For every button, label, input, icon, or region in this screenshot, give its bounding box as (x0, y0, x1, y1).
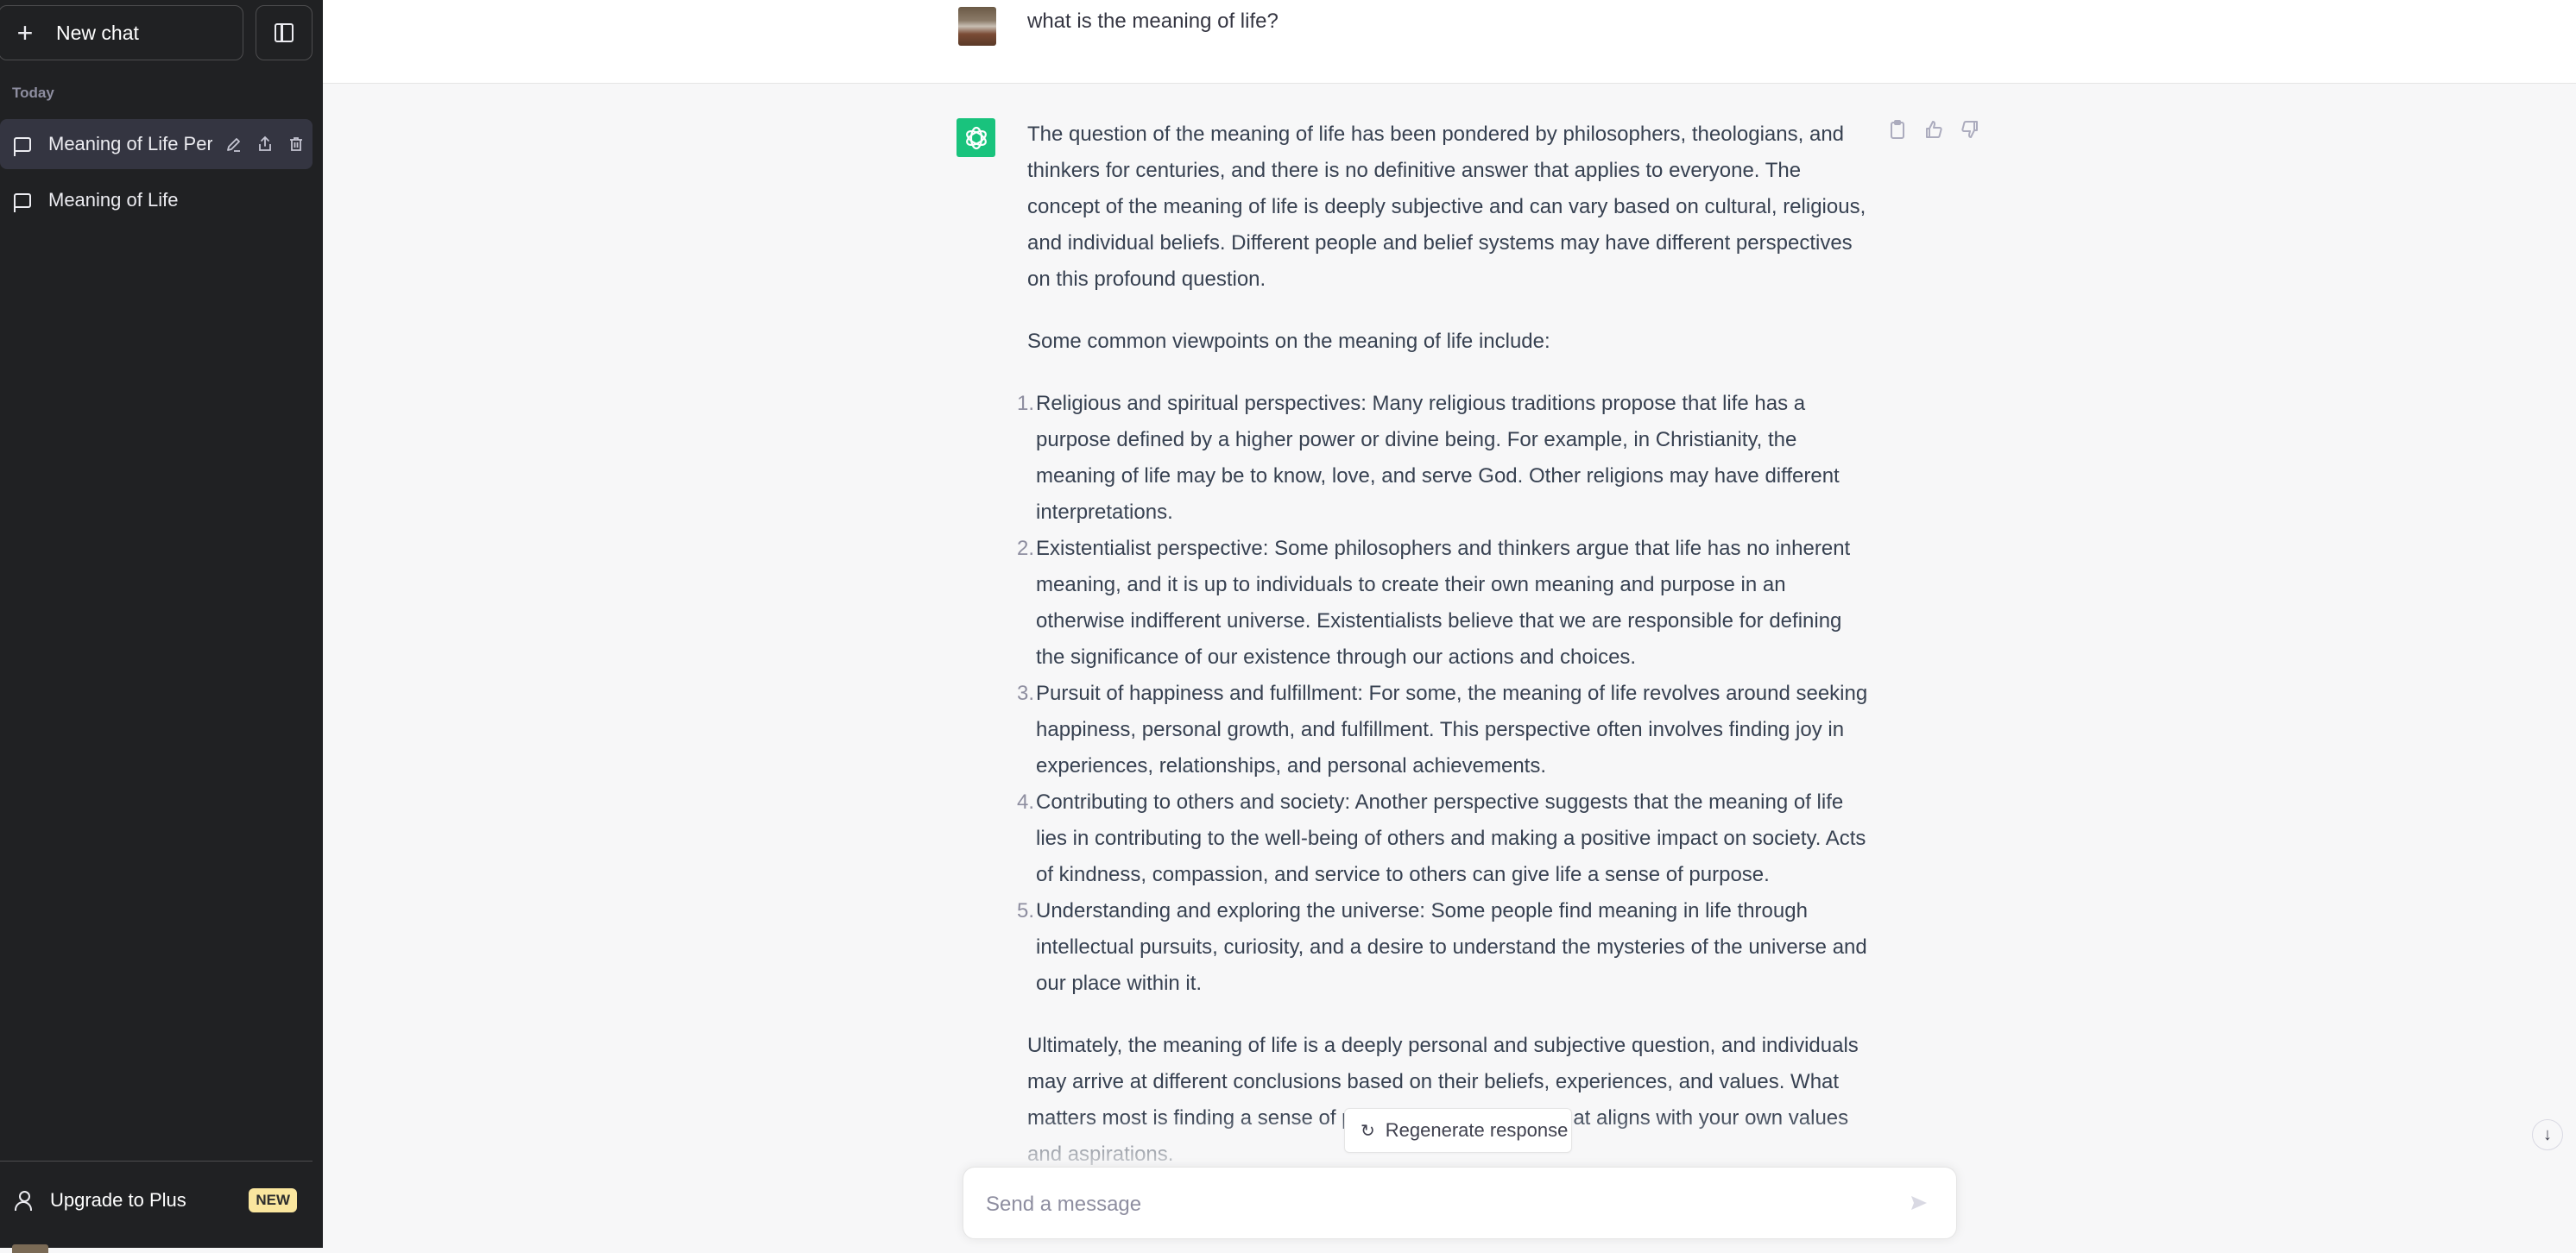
list-item-text: Pursuit of happiness and fulfillment: Fo… (1036, 682, 1868, 778)
list-item-text: Existentialist perspective: Some philoso… (1036, 537, 1851, 669)
assistant-intro: The question of the meaning of life has … (1027, 123, 1866, 291)
copy-icon[interactable] (1888, 119, 1907, 140)
user-avatar (958, 7, 996, 46)
message-composer (963, 1167, 1957, 1239)
list-item: 4. Contributing to others and society: An… (1017, 784, 1873, 893)
list-item: 2. Existentialist perspective: Some philo… (1017, 531, 1873, 676)
list-number: 1. (1017, 392, 1035, 415)
list-item: 1. Religious and spiritual perspectives: … (1017, 386, 1873, 531)
chat-item-actions (224, 135, 306, 154)
upgrade-label: Upgrade to Plus (50, 1189, 186, 1211)
regenerate-response-button[interactable]: ↻ Regenerate response (1344, 1108, 1572, 1153)
refresh-icon: ↻ (1361, 1121, 1375, 1141)
viewpoints-list: 1. Religious and spiritual perspectives: … (1017, 386, 1873, 1002)
sidebar-toggle-icon (275, 23, 294, 42)
edit-icon[interactable] (224, 135, 243, 154)
assistant-list-intro: Some common viewpoints on the meaning of… (1027, 330, 1550, 353)
chat-bubble-icon (13, 192, 31, 212)
section-label-today: Today (12, 85, 54, 101)
user-message: what is the meaning of life? (1027, 9, 1279, 33)
plus-icon: + (16, 17, 34, 48)
account-avatar[interactable] (12, 1244, 48, 1253)
list-number: 5. (1017, 899, 1035, 922)
chatgpt-logo-icon (957, 118, 995, 157)
list-item: 5. Understanding and exploring the univer… (1017, 893, 1873, 1002)
message-input[interactable] (984, 1187, 1894, 1223)
chat-title: Meaning of Life Pers (48, 133, 212, 154)
user-message-row: what is the meaning of life? (323, 0, 2576, 84)
sidebar: + New chat Today Meaning of Life Pers Me… (0, 0, 323, 1253)
chat-history-item[interactable]: Meaning of Life (0, 175, 313, 225)
list-item-text: Religious and spiritual perspectives: Ma… (1036, 392, 1840, 524)
send-icon[interactable] (1908, 1192, 1930, 1214)
list-item-text: Understanding and exploring the universe… (1036, 899, 1867, 995)
assistant-message: The question of the meaning of life has … (1017, 116, 1873, 1199)
thumbs-up-icon[interactable] (1924, 119, 1943, 140)
list-number: 3. (1017, 682, 1035, 705)
chat-bubble-icon (13, 136, 31, 156)
list-number: 2. (1017, 537, 1035, 560)
trash-icon[interactable] (287, 135, 306, 154)
regenerate-label: Regenerate response (1385, 1119, 1569, 1141)
upgrade-to-plus-button[interactable]: Upgrade to Plus NEW (0, 1177, 313, 1224)
thumbs-down-icon[interactable] (1960, 119, 1979, 140)
list-number: 4. (1017, 790, 1035, 814)
list-item-text: Contributing to others and society: Anot… (1036, 790, 1866, 886)
toggle-sidebar-button[interactable] (256, 5, 313, 60)
arrow-down-icon: ↓ (2543, 1124, 2552, 1144)
sidebar-divider (0, 1161, 313, 1162)
user-icon (14, 1191, 33, 1211)
new-badge: NEW (249, 1188, 297, 1212)
new-chat-label: New chat (56, 21, 139, 44)
new-chat-button[interactable]: + New chat (0, 5, 243, 60)
list-item: 3. Pursuit of happiness and fulfillment: … (1017, 676, 1873, 784)
scroll-to-bottom-button[interactable]: ↓ (2532, 1119, 2563, 1150)
message-actions (1888, 119, 1979, 140)
chat-history-item[interactable]: Meaning of Life Pers (0, 119, 313, 169)
share-icon[interactable] (256, 135, 275, 154)
chat-title: Meaning of Life (48, 189, 179, 211)
